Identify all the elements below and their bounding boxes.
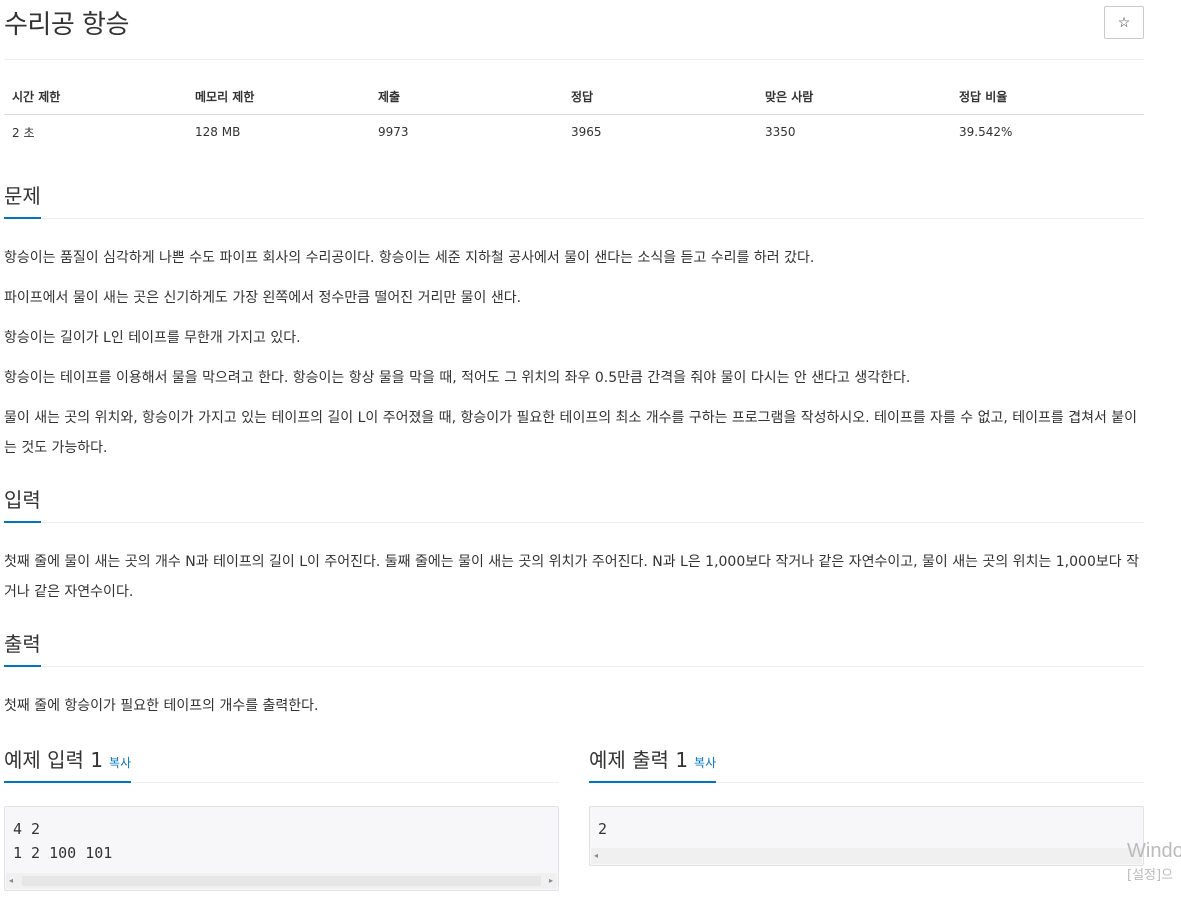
sample-output-title: 예제 출력 1 — [589, 748, 689, 772]
info-header-accepted: 정답 — [563, 80, 757, 115]
problem-info-table: 시간 제한 메모리 제한 제출 정답 맞은 사람 정답 비율 2 초 128 M… — [4, 80, 1144, 150]
info-value-solvers: 3350 — [765, 125, 796, 140]
sample-output-scrollbar[interactable]: ◂ — [591, 848, 1142, 864]
sample-input-scrollbar[interactable]: ◂ ▸ — [6, 873, 557, 889]
problem-section-header: 문제 — [4, 180, 1144, 219]
problem-paragraph-1: 항승이는 품질이 심각하게 나쁜 수도 파이프 회사의 수리공이다. 항승이는 … — [4, 250, 815, 266]
sample-input-box[interactable]: 4 2 1 2 100 101 ◂ ▸ — [4, 806, 559, 891]
output-heading: 출력 — [4, 628, 41, 667]
problem-paragraph-5: 물이 새는 곳의 위치와, 항승이가 가지고 있는 테이프의 길이 L이 주어졌… — [4, 410, 1138, 456]
copy-sample-input-link[interactable]: 복사 — [109, 756, 131, 770]
info-header-row: 시간 제한 메모리 제한 제출 정답 맞은 사람 정답 비율 — [4, 80, 1144, 115]
sample-output-box[interactable]: 2 ◂ — [589, 806, 1144, 866]
problem-paragraph-3: 항승이는 길이가 L인 테이프를 무한개 가지고 있다. — [4, 330, 301, 346]
info-value-submissions: 9973 — [378, 125, 409, 140]
info-header-solvers: 맞은 사람 — [757, 80, 951, 115]
windows-activation-watermark: Windo — [1127, 840, 1181, 862]
input-section-header: 입력 — [4, 484, 1144, 523]
star-button[interactable]: ☆ — [1104, 6, 1144, 39]
info-header-ratio: 정답 비율 — [951, 80, 1144, 115]
input-description: 첫째 줄에 물이 새는 곳의 개수 N과 테이프의 길이 L이 주어진다. 둘째… — [4, 554, 1139, 600]
problem-paragraph-4: 항승이는 테이프를 이용해서 물을 막으려고 한다. 항승이는 항상 물을 막을… — [4, 370, 911, 386]
windows-activation-watermark-sub: [설정]으 — [1127, 868, 1174, 883]
info-value-time-limit: 2 초 — [12, 125, 35, 140]
info-value-row: 2 초 128 MB 9973 3965 3350 39.542% — [4, 114, 1144, 150]
info-header-time-limit: 시간 제한 — [4, 80, 187, 115]
sample-output-text: 2 — [598, 820, 608, 838]
sample-output-heading: 예제 출력 1 복사 — [589, 744, 717, 783]
info-header-submissions: 제출 — [370, 80, 563, 115]
info-value-ratio: 39.542% — [959, 125, 1013, 140]
info-value-memory-limit: 128 MB — [195, 125, 241, 140]
scroll-left-icon[interactable]: ◂ — [594, 851, 598, 860]
sample-input-heading: 예제 입력 1 복사 — [4, 744, 132, 783]
info-value-accepted: 3965 — [571, 125, 602, 140]
sample-input-title: 예제 입력 1 — [4, 748, 104, 772]
page-title: 수리공 항승 — [4, 10, 129, 40]
input-heading: 입력 — [4, 484, 41, 523]
scroll-right-icon[interactable]: ▸ — [549, 876, 553, 885]
problem-paragraph-2: 파이프에서 물이 새는 곳은 신기하게도 가장 왼쪽에서 정수만큼 떨어진 거리… — [4, 290, 522, 306]
copy-sample-output-link[interactable]: 복사 — [694, 756, 716, 770]
star-icon: ☆ — [1117, 14, 1131, 30]
output-description: 첫째 줄에 항승이가 필요한 테이프의 개수를 출력한다. — [4, 698, 319, 714]
scroll-thumb[interactable] — [22, 876, 541, 886]
sample-output-header: 예제 출력 1 복사 — [589, 744, 1144, 783]
problem-page: 수리공 항승 ☆ 시간 제한 메모리 제한 제출 정답 맞은 사람 정답 비율 … — [4, 0, 1144, 891]
sample-input-header: 예제 입력 1 복사 — [4, 744, 559, 783]
info-header-memory-limit: 메모리 제한 — [187, 80, 370, 115]
sample-input-text: 4 2 1 2 100 101 — [13, 820, 113, 862]
output-section-header: 출력 — [4, 628, 1144, 667]
title-row: 수리공 항승 ☆ — [4, 0, 1144, 60]
problem-heading: 문제 — [4, 180, 41, 219]
scroll-left-icon[interactable]: ◂ — [9, 876, 13, 885]
